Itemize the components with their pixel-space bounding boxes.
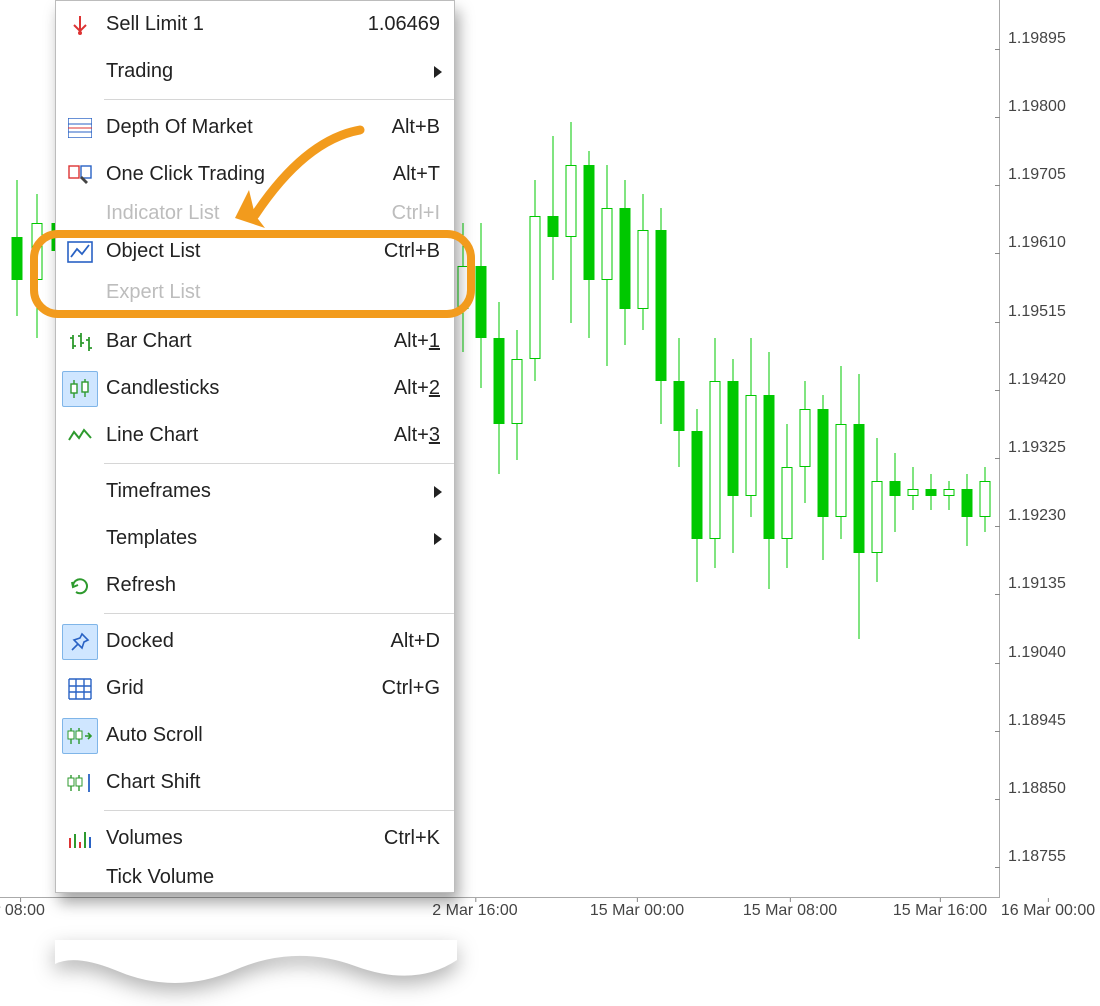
object-list-icon — [62, 234, 98, 270]
y-tick: 1.19610 — [1000, 244, 1058, 262]
menu-label: Refresh — [98, 574, 440, 597]
time-axis: r 08:00 2 Mar 16:00 15 Mar 00:00 15 Mar 08:… — [0, 898, 1000, 938]
menu-label: Indicator List — [98, 202, 392, 225]
menu-object-list[interactable]: Object List Ctrl+B — [56, 228, 454, 275]
menu-expert-list: Expert List — [56, 275, 454, 309]
menu-label: Line Chart — [98, 424, 394, 447]
menu-one-click-trading[interactable]: One Click Trading Alt+T — [56, 151, 454, 198]
grid-icon — [62, 671, 98, 707]
y-tick: 1.19705 — [1000, 176, 1058, 194]
menu-indicator-list: Indicator List Ctrl+I — [56, 198, 454, 228]
y-tick: 1.19325 — [1000, 449, 1058, 467]
chart-shift-icon — [62, 765, 98, 801]
bar-chart-icon — [62, 324, 98, 360]
menu-label: Bar Chart — [98, 330, 394, 353]
y-tick: 1.19895 — [1000, 40, 1058, 58]
x-tick: 15 Mar 16:00 — [893, 902, 987, 920]
price-axis: 1.19895 1.19800 1.19705 1.19610 1.19515 1.194… — [1000, 0, 1100, 898]
menu-label: Expert List — [98, 281, 440, 304]
menu-shortcut: Ctrl+B — [384, 240, 440, 263]
submenu-arrow-icon — [434, 486, 442, 498]
sell-arrow-icon — [62, 7, 98, 43]
menu-label: Grid — [98, 677, 382, 700]
menu-label: Sell Limit 1 — [98, 13, 368, 36]
menu-shortcut: Alt+2 — [394, 377, 440, 400]
menu-label: Chart Shift — [98, 771, 440, 794]
menu-refresh[interactable]: Refresh — [56, 562, 454, 609]
menu-label: Timeframes — [98, 480, 440, 503]
menu-volumes[interactable]: Volumes Ctrl+K — [56, 815, 454, 862]
menu-sell-limit[interactable]: Sell Limit 1 1.06469 — [56, 1, 454, 48]
menu-shortcut: Ctrl+G — [382, 677, 440, 700]
y-tick: 1.18850 — [1000, 790, 1058, 808]
menu-shortcut: Alt+3 — [394, 424, 440, 447]
x-tick: r 08:00 — [0, 902, 45, 920]
menu-docked[interactable]: Docked Alt+D — [56, 618, 454, 665]
menu-timeframes[interactable]: Timeframes — [56, 468, 454, 515]
menu-label: Templates — [98, 527, 440, 550]
y-tick: 1.19040 — [1000, 654, 1058, 672]
menu-templates[interactable]: Templates — [56, 515, 454, 562]
y-tick: 1.19230 — [1000, 517, 1058, 535]
depth-icon — [62, 110, 98, 146]
menu-grid[interactable]: Grid Ctrl+G — [56, 665, 454, 712]
menu-shortcut: Alt+D — [391, 630, 440, 653]
menu-label: Candlesticks — [98, 377, 394, 400]
menu-label: Docked — [98, 630, 391, 653]
context-menu: Sell Limit 1 1.06469 Trading Depth Of Ma… — [55, 0, 455, 893]
y-tick: 1.19135 — [1000, 585, 1058, 603]
menu-auto-scroll[interactable]: Auto Scroll — [56, 712, 454, 759]
menu-shortcut: Ctrl+I — [392, 202, 440, 225]
menu-candlesticks[interactable]: Candlesticks Alt+2 — [56, 365, 454, 412]
menu-value: 1.06469 — [368, 13, 440, 36]
auto-scroll-icon — [62, 718, 98, 754]
x-tick: 16 Mar 00:00 — [1001, 902, 1095, 920]
menu-depth-of-market[interactable]: Depth Of Market Alt+B — [56, 104, 454, 151]
submenu-arrow-icon — [434, 66, 442, 78]
line-chart-icon — [62, 418, 98, 454]
y-tick: 1.19420 — [1000, 381, 1058, 399]
pin-icon — [62, 624, 98, 660]
menu-shortcut: Alt+B — [392, 116, 440, 139]
y-tick: 1.19515 — [1000, 313, 1058, 331]
menu-shortcut: Alt+T — [393, 163, 440, 186]
x-tick: 2 Mar 16:00 — [432, 902, 517, 920]
menu-line-chart[interactable]: Line Chart Alt+3 — [56, 412, 454, 459]
menu-shortcut: Ctrl+K — [384, 827, 440, 850]
menu-label: Volumes — [98, 827, 384, 850]
menu-label: Object List — [98, 240, 384, 263]
volumes-icon — [62, 821, 98, 857]
menu-trading[interactable]: Trading — [56, 48, 454, 95]
menu-label: Auto Scroll — [98, 724, 440, 747]
menu-chart-shift[interactable]: Chart Shift — [56, 759, 454, 806]
menu-label: Trading — [98, 60, 440, 83]
x-tick: 15 Mar 00:00 — [590, 902, 684, 920]
menu-tick-volume[interactable]: Tick Volume — [56, 862, 454, 892]
menu-label: One Click Trading — [98, 163, 393, 186]
x-tick: 15 Mar 08:00 — [743, 902, 837, 920]
y-tick: 1.18755 — [1000, 858, 1058, 876]
menu-bar-chart[interactable]: Bar Chart Alt+1 — [56, 318, 454, 365]
y-tick: 1.19800 — [1000, 108, 1058, 126]
menu-label: Depth Of Market — [98, 116, 392, 139]
refresh-icon — [62, 568, 98, 604]
menu-shortcut: Alt+1 — [394, 330, 440, 353]
candlesticks-icon — [62, 371, 98, 407]
menu-label: Tick Volume — [98, 866, 440, 889]
submenu-arrow-icon — [434, 533, 442, 545]
y-tick: 1.18945 — [1000, 722, 1058, 740]
one-click-icon — [62, 157, 98, 193]
